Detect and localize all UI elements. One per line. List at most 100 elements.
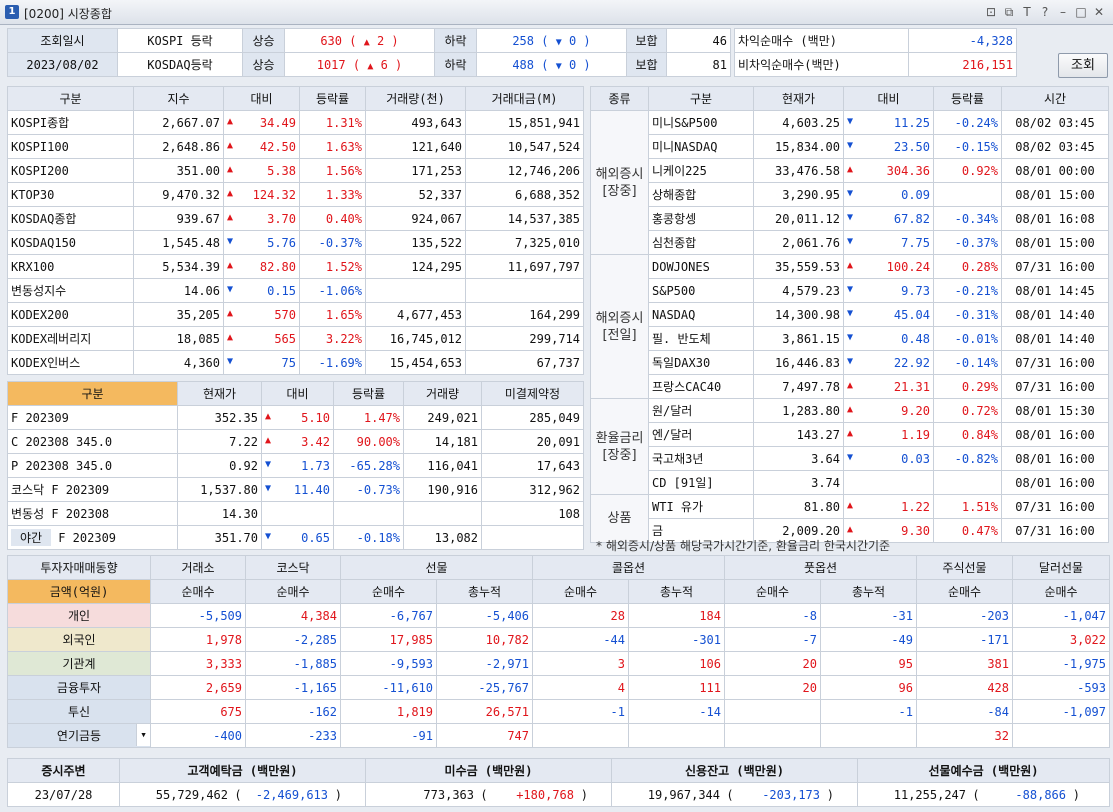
dropdown-icon[interactable]: ▾ xyxy=(136,724,150,746)
index-row[interactable]: KOSDAQ종합 939.67 ▲ 3.70 0.40% 924,067 14,537,38… xyxy=(7,206,584,231)
change-cell: ▼ 45.04 xyxy=(843,302,934,327)
index-row[interactable]: KOSDAQ150 1,545.48 ▼ 5.76 -0.37% 135,522 7,325… xyxy=(7,230,584,255)
investor-row[interactable]: 개인 -5,509 4,384 -6,767 -5,406 28 184 -8 -31 -203-… xyxy=(7,603,1110,628)
column-header: 구분 xyxy=(7,86,134,111)
maximize-icon[interactable]: □ xyxy=(1073,4,1089,20)
index-row[interactable]: 변동성지수 14.06 ▼ 0.15 -1.06% xyxy=(7,278,584,303)
market-name: 니케이225 xyxy=(648,158,754,183)
category-cell: 해외증시[전일] xyxy=(590,254,649,399)
help-icon[interactable]: ? xyxy=(1037,4,1053,20)
link-icon[interactable]: ⊡ xyxy=(983,4,999,20)
change-cell: ▼ 5.76 xyxy=(223,230,300,255)
column-header: 현재가 xyxy=(753,86,844,111)
volume-cell: 249,021 xyxy=(403,405,482,430)
font-icon[interactable]: T xyxy=(1019,4,1035,20)
rate-cell: -0.01% xyxy=(933,326,1002,351)
investor-row[interactable]: 외국인 1,978 -2,285 17,985 10,782 -44 -301 -7 -49 -1… xyxy=(7,627,1110,652)
down-arrow-icon: ▼ xyxy=(227,235,234,247)
investor-row[interactable]: 연기금등 ▾ -400 -233 -91 747 32 xyxy=(7,723,1110,748)
investor-row[interactable]: 기관계 3,333 -1,885 -9,593 -2,971 3 106 20 95 381 -1,… xyxy=(7,651,1110,676)
up-arrow-icon: ▲ xyxy=(265,410,272,422)
futures-row[interactable]: 코스닥 F 202309 1,537.80 ▼ 11.40 -0.73% 190,916 3… xyxy=(7,477,584,502)
change-cell: ▼ 0.09 xyxy=(843,182,934,207)
rate-cell: -65.28% xyxy=(333,453,404,478)
futures-row[interactable]: 변동성 F 202308 14.30 108 xyxy=(7,501,584,526)
value-cell: 4 xyxy=(532,675,629,700)
world-row[interactable]: 해외증시[장중] 미니S&P500 4,603.25 ▼ 11.25 -0.24% 08/0… xyxy=(590,110,1109,255)
value-cell: -1,885 xyxy=(245,651,341,676)
price-cell: 3.74 xyxy=(753,470,844,495)
unit-label: 금액(억원) xyxy=(7,579,151,604)
down-arrow-icon: ▼ xyxy=(847,451,854,463)
time-cell: 07/31 16:00 xyxy=(1001,518,1109,543)
index-row[interactable]: KODEX200 35,205 ▲ 570 1.65% 4,677,453 164,299 xyxy=(7,302,584,327)
futures-row[interactable]: F 202309 352.35 ▲ 5.10 1.47% 249,021 285,049 xyxy=(7,405,584,430)
index-name: KOSPI종합 xyxy=(7,110,134,135)
index-row[interactable]: KRX100 5,534.39 ▲ 82.80 1.52% 124,295 11,697,7… xyxy=(7,254,584,279)
value-cell: -91 xyxy=(340,723,437,748)
world-row[interactable]: 심천종합 2,061.76 ▼ 7.75 -0.37% 08/01 15:00 xyxy=(591,230,1109,255)
change-cell xyxy=(843,470,934,495)
world-row[interactable]: 니케이225 33,476.58 ▲ 304.36 0.92% 08/01 00:00 xyxy=(591,158,1109,183)
index-row[interactable]: KOSPI100 2,648.86 ▲ 42.50 1.63% 121,640 10,547… xyxy=(7,134,584,159)
column-header: 풋옵션 xyxy=(724,555,917,580)
value-cell: -11,610 xyxy=(340,675,437,700)
world-row[interactable]: 엔/달러 143.27 ▲ 1.19 0.84% 08/01 16:00 xyxy=(591,422,1109,447)
time-cell: 08/01 16:00 xyxy=(1001,470,1109,495)
world-row[interactable]: 독일DAX30 16,446.83 ▼ 22.92 -0.14% 07/31 16:00 xyxy=(591,350,1109,375)
index-row[interactable]: KOSPI200 351.00 ▲ 5.38 1.56% 171,253 12,746,20… xyxy=(7,158,584,183)
amount-cell: 6,688,352 xyxy=(465,182,584,207)
world-row[interactable]: 프랑스CAC40 7,497.78 ▲ 21.31 0.29% 07/31 16:00 xyxy=(591,374,1109,399)
domestic-index-table: 구분 지수 대비 등락률 거래량(천) 거래대금(M) KOSPI종합 2,667.07 ▲ 3… xyxy=(7,86,584,375)
time-cell: 08/01 14:40 xyxy=(1001,302,1109,327)
value-cell: -162 xyxy=(245,699,341,724)
index-name: KTOP30 xyxy=(7,182,134,207)
column-header: 종류 xyxy=(590,86,649,111)
world-row[interactable]: 환율금리[장중] 원/달러 1,283.80 ▲ 9.20 0.72% 08/01 15:3… xyxy=(590,398,1109,495)
minimize-icon[interactable]: – xyxy=(1055,4,1071,20)
value-cell xyxy=(820,723,917,748)
volume-cell: 124,295 xyxy=(365,254,466,279)
price-cell: 33,476.58 xyxy=(753,158,844,183)
world-row[interactable]: S&P500 4,579.23 ▼ 9.73 -0.21% 08/01 14:45 xyxy=(591,278,1109,303)
value-cell: 3 xyxy=(532,651,629,676)
change-cell: ▲ 1.22 xyxy=(843,494,934,519)
futures-row[interactable]: P 202308 345.0 0.92 ▼ 1.73 -65.28% 116,041 17,… xyxy=(7,453,584,478)
index-row[interactable]: KTOP30 9,470.32 ▲ 124.32 1.33% 52,337 6,688,35… xyxy=(7,182,584,207)
copy-window-icon[interactable]: ⧉ xyxy=(1001,4,1017,20)
price-cell: 20,011.12 xyxy=(753,206,844,231)
world-row[interactable]: 홍콩항셍 20,011.12 ▼ 67.82 -0.34% 08/01 16:08 xyxy=(591,206,1109,231)
volume-cell: 171,253 xyxy=(365,158,466,183)
world-row[interactable]: 미니NASDAQ 15,834.00 ▼ 23.50 -0.15% 08/02 03:45 xyxy=(591,134,1109,159)
search-button[interactable]: 조회 xyxy=(1058,53,1108,78)
close-icon[interactable]: ✕ xyxy=(1091,4,1107,20)
price-cell: 3,290.95 xyxy=(753,182,844,207)
world-row[interactable]: 해외증시[전일] DOWJONES 35,559.53 ▲ 100.24 0.28% 07/… xyxy=(590,254,1109,399)
investor-row[interactable]: 금융투자 2,659 -1,165 -11,610 -25,767 4 111 20 96 428… xyxy=(7,675,1110,700)
down-arrow-icon: ▼ xyxy=(847,235,854,247)
up-arrow-icon: ▲ xyxy=(227,211,234,223)
investor-name: 연기금등 ▾ xyxy=(7,723,151,748)
world-row[interactable]: CD [91일] 3.74 08/01 16:00 xyxy=(591,470,1109,495)
world-row[interactable]: 국고채3년 3.64 ▼ 0.03 -0.82% 08/01 16:00 xyxy=(591,446,1109,471)
night-futures-row[interactable]: 야간 F 202309 351.70 ▼ 0.65 -0.18% 13,082 xyxy=(7,525,584,550)
index-value: 939.67 xyxy=(133,206,224,231)
world-row[interactable]: NASDAQ 14,300.98 ▼ 45.04 -0.31% 08/01 14:40 xyxy=(591,302,1109,327)
market-name: 미니NASDAQ xyxy=(648,134,754,159)
investor-row[interactable]: 투신 675 -162 1,819 26,571 -1 -14 -1 -84 -1,097 xyxy=(7,699,1110,724)
futures-row[interactable]: C 202308 345.0 7.22 ▲ 3.42 90.00% 14,181 20,09… xyxy=(7,429,584,454)
time-cell: 07/31 16:00 xyxy=(1001,374,1109,399)
price-cell: 1,537.80 xyxy=(177,477,262,502)
world-row[interactable]: 상해종합 3,290.95 ▼ 0.09 08/01 15:00 xyxy=(591,182,1109,207)
world-row[interactable]: 상품 WTI 유가 81.80 ▲ 1.22 1.51% 07/31 16:00 xyxy=(590,494,1109,543)
market-name: NASDAQ xyxy=(648,302,754,327)
index-row[interactable]: KODEX레버리지 18,085 ▲ 565 3.22% 16,745,012 299,71… xyxy=(7,326,584,351)
index-row[interactable]: KODEX인버스 4,360 ▼ 75 -1.69% 15,454,653 67,737 xyxy=(7,350,584,375)
value-cell: -9,593 xyxy=(340,651,437,676)
change-cell: ▼ 67.82 xyxy=(843,206,934,231)
market-name: 국고채3년 xyxy=(648,446,754,471)
up-arrow-icon: ▲ xyxy=(227,115,234,127)
index-row[interactable]: KOSPI종합 2,667.07 ▲ 34.49 1.31% 493,643 15,851,… xyxy=(7,110,584,135)
world-row[interactable]: 필. 반도체 3,861.15 ▼ 0.48 -0.01% 08/01 14:40 xyxy=(591,326,1109,351)
value-cell: -203 xyxy=(916,603,1013,628)
